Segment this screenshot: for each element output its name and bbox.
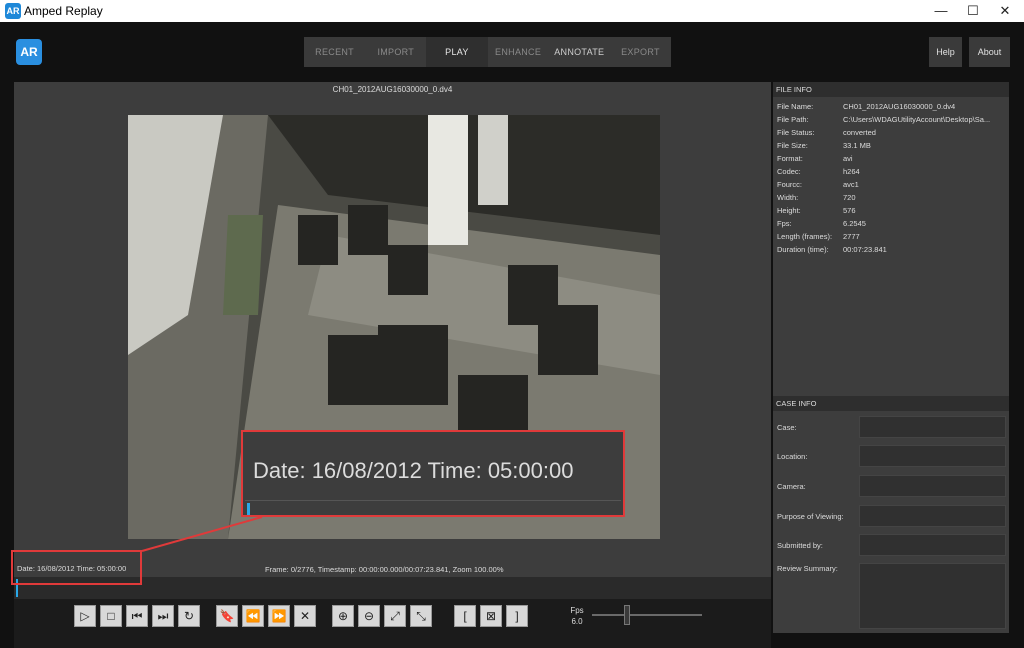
- datetime-zoomed-text: Date: 16/08/2012 Time: 05:00:00: [253, 458, 574, 483]
- file-info-row: Codec: h264: [777, 167, 860, 176]
- fps-value: 6.0: [571, 617, 583, 626]
- location-input[interactable]: [859, 445, 1006, 467]
- fps-slider-thumb[interactable]: [624, 605, 630, 625]
- zoom-out-button[interactable]: ⊖: [358, 605, 380, 627]
- datetime-callout-zoomed: Date: 16/08/2012 Time: 05:00:00: [241, 430, 625, 517]
- next-frame-button[interactable]: ⏭: [152, 605, 174, 627]
- playback-controls: ▷ □ ⏮ ⏭ ↻ 🔖 ⏪ ⏩ ✕ ⊕ ⊖ ⤢ ⤡ [ ⊠ ] Fps 6.0: [14, 599, 771, 648]
- camera-input[interactable]: [859, 475, 1006, 497]
- camera-label: Camera:: [777, 482, 806, 491]
- tab-enhance[interactable]: ENHANCE: [488, 37, 549, 67]
- info-panel: FILE INFO File Name: CH01_2012AUG16030000…: [773, 82, 1009, 633]
- tab-annotate[interactable]: ANNOTATE: [549, 37, 610, 67]
- maximize-button[interactable]: ☐: [956, 0, 990, 22]
- video-filename: CH01_2012AUG16030000_0.dv4: [332, 85, 453, 94]
- purpose-label: Purpose of Viewing:: [777, 512, 844, 521]
- video-viewer: CH01_2012AUG16030000_0.dv4 Frame: 0/2776…: [14, 82, 771, 599]
- file-info-row: Length (frames): 2777: [777, 232, 860, 241]
- datetime-text: Date: 16/08/2012 Time: 05:00:00: [17, 564, 127, 573]
- tab-import[interactable]: IMPORT: [365, 37, 426, 67]
- purpose-input[interactable]: [859, 505, 1006, 527]
- file-info-row: Duration (time): 00:07:23.841: [777, 245, 887, 254]
- file-info-row: Height: 576: [777, 206, 856, 215]
- window-title: Amped Replay: [24, 4, 103, 18]
- amped-logo-icon: AR: [16, 39, 42, 65]
- fps-label: Fps: [570, 606, 584, 615]
- file-info-row: Format: avi: [777, 154, 853, 163]
- tab-export[interactable]: EXPORT: [610, 37, 671, 67]
- tab-play[interactable]: PLAY: [426, 37, 488, 67]
- fps-slider-track[interactable]: [592, 614, 702, 616]
- file-info-row: File Size: 33.1 MB: [777, 141, 871, 150]
- zoomed-timeline: [245, 500, 621, 515]
- about-button[interactable]: About: [969, 37, 1010, 67]
- file-info-header: FILE INFO: [773, 82, 1009, 97]
- help-button[interactable]: Help: [929, 37, 962, 67]
- mark-out-button[interactable]: ]: [506, 605, 528, 627]
- rewind-button[interactable]: ⏪: [242, 605, 264, 627]
- fast-forward-button[interactable]: ⏩: [268, 605, 290, 627]
- submitted-by-input[interactable]: [859, 534, 1006, 556]
- stop-button[interactable]: □: [100, 605, 122, 627]
- case-info-header: CASE INFO: [773, 396, 1009, 411]
- main-nav: RECENT IMPORT PLAY ENHANCE ANNOTATE EXPO…: [304, 37, 671, 67]
- file-info-row: File Name: CH01_2012AUG16030000_0.dv4: [777, 102, 956, 111]
- submitted-by-label: Submitted by:: [777, 541, 823, 550]
- frame-info: Frame: 0/2776, Timestamp: 00:00:00.000/0…: [265, 565, 504, 574]
- file-info-row: File Status: converted: [777, 128, 876, 137]
- fit-button[interactable]: ⤢: [384, 605, 406, 627]
- file-info-row: Fourcc: avc1: [777, 180, 859, 189]
- case-label: Case:: [777, 423, 797, 432]
- bookmark-button[interactable]: 🔖: [216, 605, 238, 627]
- file-info-row: Width: 720: [777, 193, 856, 202]
- mark-in-button[interactable]: [: [454, 605, 476, 627]
- app-logo-icon: AR: [5, 3, 21, 19]
- zoomed-playhead: [247, 503, 250, 515]
- clear-button[interactable]: ✕: [294, 605, 316, 627]
- loop-button[interactable]: ↻: [178, 605, 200, 627]
- zoom-in-button[interactable]: ⊕: [332, 605, 354, 627]
- review-summary-label: Review Summary:: [777, 564, 838, 573]
- play-button[interactable]: ▷: [74, 605, 96, 627]
- actual-size-button[interactable]: ⤡: [410, 605, 432, 627]
- file-info-row: File Path: C:\Users\WDAGUtilityAccount\De…: [777, 115, 991, 124]
- prev-frame-button[interactable]: ⏮: [126, 605, 148, 627]
- minimize-button[interactable]: —: [924, 0, 958, 22]
- close-button[interactable]: ✕: [988, 0, 1022, 22]
- file-info-row: Fps: 6.2545: [777, 219, 866, 228]
- location-label: Location:: [777, 452, 808, 461]
- datetime-callout-small: Date: 16/08/2012 Time: 05:00:00: [11, 550, 142, 585]
- mark-range-button[interactable]: ⊠: [480, 605, 502, 627]
- case-input[interactable]: [859, 416, 1006, 438]
- window-title-bar: AR Amped Replay — ☐ ✕: [0, 0, 1024, 22]
- review-summary-input[interactable]: [859, 563, 1006, 629]
- tab-recent[interactable]: RECENT: [304, 37, 365, 67]
